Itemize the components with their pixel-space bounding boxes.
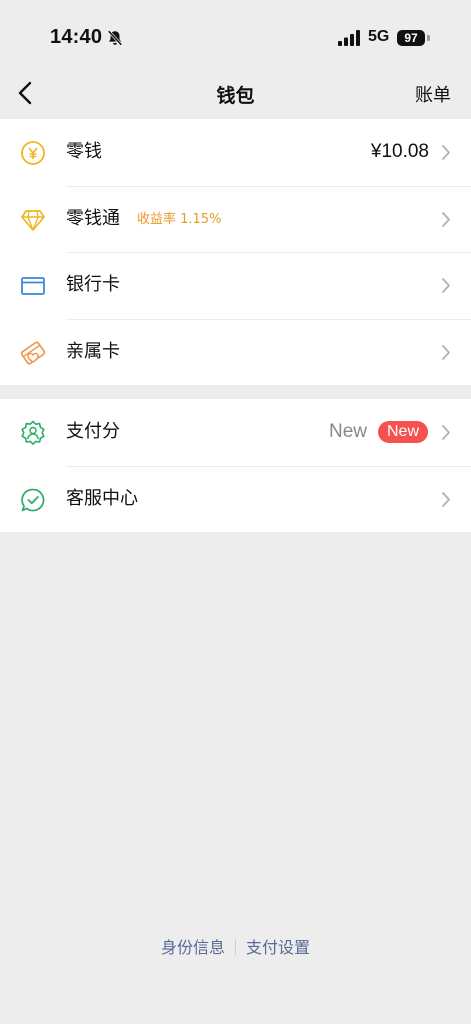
chevron-right-icon bbox=[442, 278, 450, 293]
identity-info-link[interactable]: 身份信息 bbox=[161, 938, 225, 957]
customer-service-icon bbox=[21, 488, 45, 511]
footer-divider bbox=[235, 939, 236, 955]
menu-item-bank-card[interactable]: 银行卡 bbox=[0, 252, 471, 319]
menu-item-change-pass[interactable]: 零钱通 收益率 1.15% bbox=[0, 185, 471, 253]
chevron-right-icon bbox=[442, 344, 450, 360]
menu-item-label: 支付分 bbox=[66, 421, 120, 442]
chevron-right-icon bbox=[442, 491, 450, 507]
bank-card-icon bbox=[21, 277, 45, 295]
menu-item-customer-service[interactable]: 客服中心 bbox=[0, 465, 471, 533]
network-type: 5G bbox=[368, 28, 390, 45]
pay-score-icon bbox=[21, 420, 45, 445]
menu-item-label: 银行卡 bbox=[66, 274, 120, 295]
new-badge: New bbox=[377, 421, 428, 443]
diamond-icon bbox=[21, 209, 45, 231]
chevron-right-icon bbox=[442, 425, 450, 440]
menu-item-change[interactable]: 零钱 ¥10.08 bbox=[0, 119, 471, 186]
page-title: 钱包 bbox=[216, 85, 255, 107]
family-card-icon bbox=[20, 340, 46, 365]
chevron-right-icon bbox=[442, 145, 450, 160]
menu-item-label: 客服中心 bbox=[66, 487, 138, 509]
new-text: New bbox=[328, 421, 367, 442]
menu-item-label: 零钱通 bbox=[66, 207, 120, 229]
bill-button[interactable]: 账单 bbox=[415, 81, 451, 107]
status-time: 14:40 bbox=[50, 26, 103, 48]
wallet-menu-group: 零钱 ¥10.08 零钱通 收益率 1.15% 银行卡 亲属卡 bbox=[0, 119, 471, 385]
menu-item-family-card[interactable]: 亲属卡 bbox=[0, 318, 471, 386]
footer-links: 身份信息 支付设置 bbox=[0, 934, 471, 958]
menu-item-label: 亲属卡 bbox=[66, 340, 120, 362]
back-arrow-icon[interactable] bbox=[12, 78, 42, 108]
payment-settings-link[interactable]: 支付设置 bbox=[246, 938, 310, 957]
menu-item-pay-score[interactable]: 支付分 New New bbox=[0, 399, 471, 466]
yuan-coin-icon bbox=[21, 141, 45, 165]
yield-rate-tag: 收益率 1.15% bbox=[137, 211, 222, 227]
chevron-right-icon bbox=[442, 211, 450, 227]
service-menu-group: 支付分 New New 客服中心 bbox=[0, 399, 471, 532]
bell-muted-icon bbox=[107, 30, 123, 46]
nav-bar: 钱包 账单 bbox=[0, 70, 471, 118]
battery-icon: 97 bbox=[397, 30, 425, 46]
menu-item-label: 零钱 bbox=[66, 141, 102, 162]
signal-icon bbox=[338, 30, 360, 46]
status-bar: 14:40 5G 97 bbox=[0, 0, 471, 70]
battery-cap bbox=[427, 35, 430, 41]
balance-value: ¥10.08 bbox=[370, 141, 429, 162]
